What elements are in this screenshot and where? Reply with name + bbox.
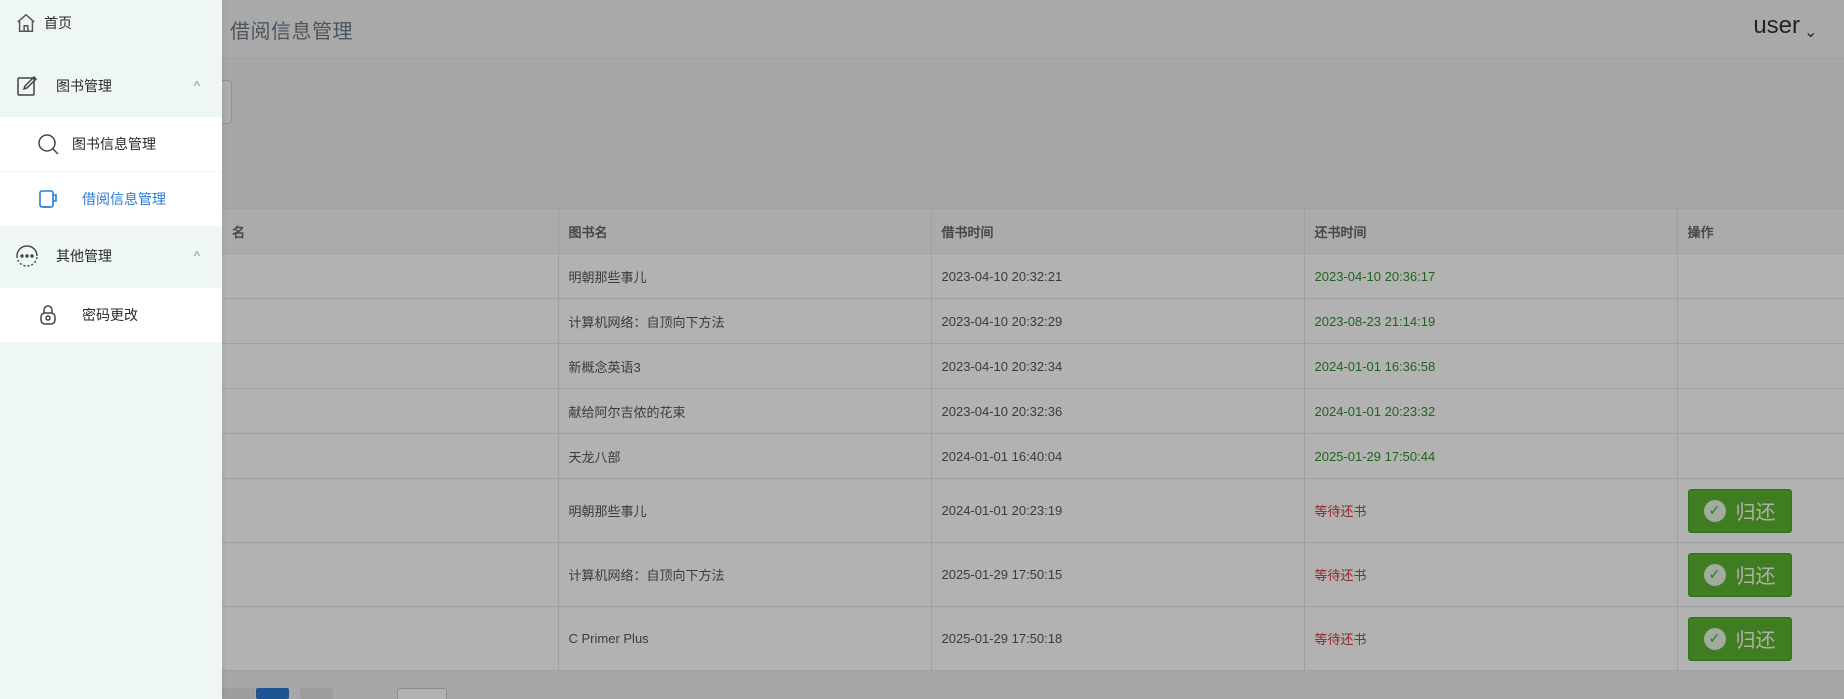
table-row: 计算机网络：自顶向下方法 2025-01-29 17:50:15 等待还书 ✓ … (222, 542, 1844, 607)
book-cell: 计算机网络：自顶向下方法 (558, 298, 932, 344)
table-row: 明朝那些事儿 2024-01-01 20:23:19 等待还书 ✓ 归还 (222, 478, 1844, 543)
user-cell (222, 542, 559, 607)
more-icon (14, 243, 40, 269)
main-content: 借阅信息管理 user ⌄ 名 图书名 借书时间 还书时间 操作 明朝那些事儿 … (0, 0, 1844, 699)
col-user-header: 名 (222, 209, 559, 254)
borrow-table: 名 图书名 借书时间 还书时间 操作 明朝那些事儿 2023-04-10 20:… (222, 208, 1844, 671)
borrow-time-cell: 2025-01-29 17:50:18 (931, 606, 1305, 671)
borrow-time-cell: 2023-04-10 20:32:36 (931, 388, 1305, 434)
action-cell: ✓ 归还 (1677, 542, 1844, 607)
borrow-time-cell: 2023-04-10 20:32:29 (931, 298, 1305, 344)
return-book-button[interactable]: ✓ 归还 (1687, 552, 1792, 597)
edit-icon (14, 73, 40, 99)
return-book-button[interactable]: ✓ 归还 (1687, 616, 1792, 661)
book-cell: 明朝那些事儿 (558, 478, 932, 543)
action-cell (1677, 343, 1844, 389)
borrow-time-cell: 2023-04-10 20:32:34 (931, 343, 1305, 389)
action-cell (1677, 298, 1844, 344)
table-row: C Primer Plus 2025-01-29 17:50:18 等待还书 ✓… (222, 606, 1844, 671)
book-cell: 献给阿尔吉侬的花束 (558, 388, 932, 434)
user-caret-icon[interactable]: ⌄ (1804, 22, 1817, 42)
pagination-page-current[interactable] (256, 688, 289, 699)
user-cell (222, 343, 559, 389)
return-time-cell: 2023-08-23 21:14:19 (1304, 298, 1678, 344)
col-return-time-header: 还书时间 (1304, 209, 1678, 254)
sidebar-group-label: 图书管理 (56, 78, 112, 94)
book-cell: 计算机网络：自顶向下方法 (558, 542, 932, 607)
user-cell (222, 478, 559, 543)
table-row: 献给阿尔吉侬的花束 2023-04-10 20:32:36 2024-01-01… (222, 388, 1844, 434)
check-circle-icon: ✓ (1703, 563, 1726, 586)
user-cell (222, 298, 559, 344)
return-time-cell: 2024-01-01 16:36:58 (1304, 343, 1678, 389)
return-button-label: 归还 (1735, 566, 1776, 588)
col-action-header: 操作 (1677, 209, 1844, 254)
table-row: 明朝那些事儿 2023-04-10 20:32:21 2023-04-10 20… (222, 253, 1844, 299)
sidebar-item-label: 密码更改 (82, 307, 138, 323)
lock-icon (36, 303, 60, 327)
sidebar-item-book-info[interactable]: 图书信息管理 (0, 117, 222, 171)
borrow-time-cell: 2023-04-10 20:32:21 (931, 253, 1305, 299)
sidebar-group-books[interactable]: 图书管理 ^ (0, 58, 222, 114)
search-icon (36, 132, 60, 156)
sidebar-item-borrow-info[interactable]: 借阅信息管理 (0, 172, 222, 226)
book-return-icon (36, 187, 60, 211)
check-circle-icon: ✓ (1703, 627, 1726, 650)
table-row: 计算机网络：自顶向下方法 2023-04-10 20:32:29 2023-08… (222, 298, 1844, 344)
borrow-time-cell: 2025-01-29 17:50:15 (931, 542, 1305, 607)
sidebar-item-label: 图书信息管理 (72, 136, 156, 152)
table-row: 新概念英语3 2023-04-10 20:32:34 2024-01-01 16… (222, 343, 1844, 389)
return-book-button[interactable]: ✓ 归还 (1687, 488, 1792, 533)
return-time-cell: 等待还书 (1304, 542, 1678, 607)
action-cell: ✓ 归还 (1677, 478, 1844, 543)
borrow-time-cell: 2024-01-01 20:23:19 (931, 478, 1305, 543)
return-time-cell: 2024-01-01 20:23:32 (1304, 388, 1678, 434)
sidebar-item-home[interactable]: 首页 (0, 8, 222, 38)
sidebar-item-label: 首页 (44, 15, 72, 31)
pagination-prev[interactable] (222, 688, 255, 699)
user-cell (222, 433, 559, 479)
topbar: 借阅信息管理 user ⌄ (0, 0, 1844, 59)
return-time-cell: 2023-04-10 20:36:17 (1304, 253, 1678, 299)
return-button-label: 归还 (1735, 630, 1776, 652)
user-cell (222, 606, 559, 671)
sidebar-group-label: 其他管理 (56, 248, 112, 264)
return-time-cell: 等待还书 (1304, 478, 1678, 543)
sidebar-item-label: 借阅信息管理 (82, 191, 166, 207)
sidebar-item-password[interactable]: 密码更改 (0, 288, 222, 342)
pagination (222, 688, 482, 699)
action-cell (1677, 253, 1844, 299)
sidebar-group-other[interactable]: 其他管理 ^ (0, 228, 222, 284)
user-cell (222, 388, 559, 434)
table-header-row: 名 图书名 借书时间 还书时间 操作 (222, 209, 1844, 254)
col-borrow-time-header: 借书时间 (931, 209, 1305, 254)
app-root: 借阅信息管理 user ⌄ 名 图书名 借书时间 还书时间 操作 明朝那些事儿 … (0, 0, 1844, 699)
pagination-jump-input[interactable] (397, 688, 447, 699)
book-cell: 新概念英语3 (558, 343, 932, 389)
home-icon (14, 11, 38, 35)
action-cell (1677, 388, 1844, 434)
page-title: 借阅信息管理 (230, 21, 353, 43)
chevron-up-icon[interactable]: ^ (194, 249, 200, 264)
return-time-cell: 2025-01-29 17:50:44 (1304, 433, 1678, 479)
pagination-next[interactable] (300, 688, 333, 699)
user-cell (222, 253, 559, 299)
borrow-time-cell: 2024-01-01 16:40:04 (931, 433, 1305, 479)
book-cell: C Primer Plus (558, 606, 932, 671)
table-row: 天龙八部 2024-01-01 16:40:04 2025-01-29 17:5… (222, 433, 1844, 479)
sidebar: 首页 图书管理 ^ 图书信息管理 借阅信息管理 其他管理 ^ 密码更改 (0, 0, 222, 699)
col-book-header: 图书名 (558, 209, 932, 254)
chevron-up-icon[interactable]: ^ (194, 79, 200, 94)
book-cell: 天龙八部 (558, 433, 932, 479)
book-cell: 明朝那些事儿 (558, 253, 932, 299)
check-circle-icon: ✓ (1703, 499, 1726, 522)
return-time-cell: 等待还书 (1304, 606, 1678, 671)
action-cell (1677, 433, 1844, 479)
return-button-label: 归还 (1735, 502, 1776, 524)
action-cell: ✓ 归还 (1677, 606, 1844, 671)
user-menu[interactable]: user (1753, 12, 1800, 40)
